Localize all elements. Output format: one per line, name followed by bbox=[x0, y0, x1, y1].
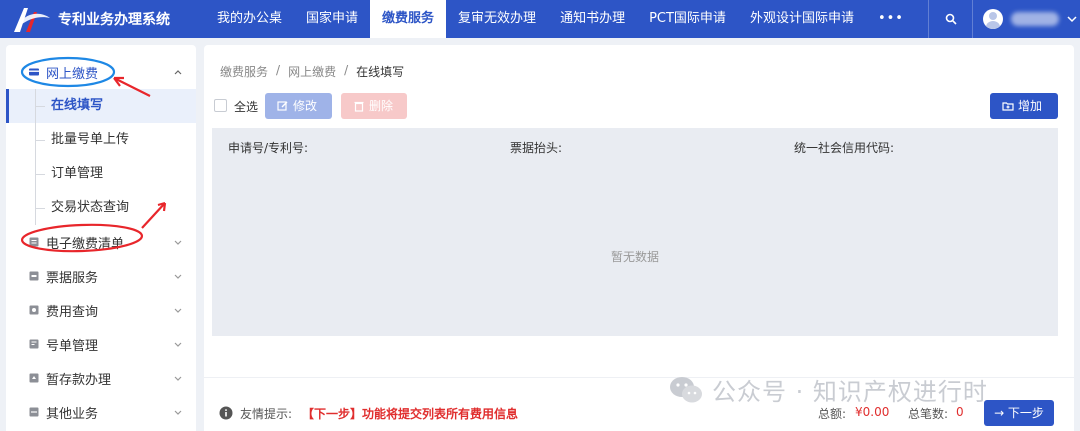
sidebar-group-number-list[interactable]: 号单管理 bbox=[6, 327, 196, 361]
delete-button[interactable]: 删除 bbox=[341, 93, 407, 119]
sidebar-group-fee-query[interactable]: 费用查询 bbox=[6, 293, 196, 327]
top-navigation-bar: 专利业务办理系统 我的办公桌 国家申请 缴费服务 复审无效办理 通知书办理 PC… bbox=[0, 0, 1080, 38]
chevron-down-icon bbox=[174, 342, 182, 347]
main-nav: 我的办公桌 国家申请 缴费服务 复审无效办理 通知书办理 PCT国际申请 外观设… bbox=[205, 0, 903, 38]
sidebar-group-label: 号单管理 bbox=[46, 338, 99, 354]
total-amount-label: 总额: bbox=[818, 407, 847, 421]
logo-icon bbox=[10, 4, 54, 34]
sidebar-group-label: 电子缴费清单 bbox=[46, 236, 125, 252]
search-icon bbox=[945, 13, 957, 25]
chevron-up-icon bbox=[174, 70, 182, 75]
breadcrumb: 缴费服务 / 网上缴费 / 在线填写 bbox=[220, 63, 404, 80]
search-button[interactable] bbox=[928, 0, 972, 38]
tip-label: 友情提示: bbox=[240, 407, 293, 421]
active-indicator bbox=[6, 89, 9, 123]
sidebar-group-label: 其他业务 bbox=[46, 406, 99, 422]
nav-fee-service[interactable]: 缴费服务 bbox=[370, 0, 447, 38]
tip-text: 【下一步】功能将提交列表所有费用信息 bbox=[302, 407, 519, 421]
sidebar-group-label: 网上缴费 bbox=[46, 66, 99, 82]
nav-my-desk[interactable]: 我的办公桌 bbox=[205, 0, 294, 38]
breadcrumb-item[interactable]: 缴费服务 bbox=[220, 63, 268, 80]
next-step-button[interactable]: → 下一步 bbox=[984, 400, 1054, 426]
sidebar-group-other-business[interactable]: 其他业务 bbox=[6, 395, 196, 429]
breadcrumb-separator: / bbox=[276, 63, 281, 77]
edit-button[interactable]: 修改 bbox=[265, 93, 332, 119]
breadcrumb-item[interactable]: 网上缴费 bbox=[288, 63, 336, 80]
select-all-checkbox[interactable] bbox=[214, 99, 227, 112]
receipt-icon bbox=[29, 271, 39, 281]
add-folder-icon bbox=[1002, 102, 1014, 111]
sidebar-group-receipt-service[interactable]: 票据服务 bbox=[6, 259, 196, 293]
wechat-icon bbox=[670, 376, 702, 402]
sidebar-item-order-management[interactable]: 订单管理 bbox=[6, 157, 196, 191]
add-button-label: 增加 bbox=[1018, 99, 1043, 113]
app-logo[interactable]: 专利业务办理系统 bbox=[0, 4, 205, 34]
column-header-receipt-title: 票据抬头: bbox=[510, 141, 563, 155]
other-icon bbox=[29, 407, 39, 417]
avatar bbox=[983, 9, 1003, 29]
total-amount-value: ¥0.00 bbox=[855, 405, 890, 419]
username-redacted bbox=[1011, 12, 1059, 26]
deposit-icon bbox=[29, 373, 39, 383]
chevron-down-icon bbox=[174, 274, 182, 279]
nav-national-application[interactable]: 国家申请 bbox=[294, 0, 370, 38]
sidebar-group-online-payment[interactable]: 网上缴费 bbox=[6, 55, 196, 89]
select-all-label[interactable]: 全选 bbox=[234, 98, 258, 115]
sidebar-item-label: 在线填写 bbox=[51, 98, 104, 113]
doc-icon bbox=[29, 339, 39, 349]
chevron-down-icon bbox=[174, 410, 182, 415]
sidebar-group-deposit[interactable]: 暂存款办理 bbox=[6, 361, 196, 395]
user-menu[interactable] bbox=[972, 0, 1080, 38]
nav-reexamination[interactable]: 复审无效办理 bbox=[446, 0, 548, 38]
query-icon bbox=[29, 305, 39, 315]
sidebar-item-label: 交易状态查询 bbox=[51, 200, 130, 215]
sidebar: 网上缴费 在线填写 批量号单上传 订单管理 交易状态查询 电子缴费清单 票据服务… bbox=[6, 45, 196, 431]
watermark-text: 公众号 · 知识产权进行时 bbox=[712, 378, 988, 406]
delete-button-label: 删除 bbox=[369, 99, 394, 113]
chevron-down-icon bbox=[174, 308, 182, 313]
nav-notice-handling[interactable]: 通知书办理 bbox=[548, 0, 637, 38]
data-table: 申请号/专利号: 票据抬头: 统一社会信用代码: 暂无数据 bbox=[212, 128, 1058, 336]
trash-icon bbox=[354, 101, 364, 112]
nav-pct-application[interactable]: PCT国际申请 bbox=[637, 0, 738, 38]
nav-design-international[interactable]: 外观设计国际申请 bbox=[738, 0, 866, 38]
app-title: 专利业务办理系统 bbox=[58, 12, 170, 28]
toolbar: 全选 修改 删除 增加 bbox=[212, 93, 1058, 119]
breadcrumb-separator: / bbox=[344, 63, 349, 77]
sidebar-item-batch-upload[interactable]: 批量号单上传 bbox=[6, 123, 196, 157]
sidebar-item-label: 订单管理 bbox=[51, 166, 104, 181]
chevron-down-icon bbox=[174, 376, 182, 381]
sidebar-item-online-fill[interactable]: 在线填写 bbox=[6, 89, 196, 123]
sidebar-item-label: 批量号单上传 bbox=[51, 132, 130, 147]
edit-button-label: 修改 bbox=[293, 99, 318, 113]
sidebar-group-label: 暂存款办理 bbox=[46, 372, 112, 388]
add-button[interactable]: 增加 bbox=[990, 93, 1058, 119]
total-count-value: 0 bbox=[956, 405, 964, 419]
sidebar-group-label: 费用查询 bbox=[46, 304, 99, 320]
empty-state-text: 暂无数据 bbox=[610, 250, 659, 264]
card-icon bbox=[29, 68, 39, 76]
watermark: 公众号 · 知识产权进行时 bbox=[668, 372, 988, 407]
nav-more-button[interactable]: ••• bbox=[866, 0, 903, 38]
chevron-down-icon bbox=[174, 240, 182, 245]
edit-icon bbox=[277, 101, 288, 111]
list-icon bbox=[29, 237, 39, 247]
info-icon bbox=[219, 406, 233, 420]
sidebar-group-e-payment-list[interactable]: 电子缴费清单 bbox=[6, 225, 196, 259]
column-header-credit-code: 统一社会信用代码: bbox=[794, 141, 895, 155]
total-count-label: 总笔数: bbox=[908, 407, 949, 421]
sidebar-item-transaction-status[interactable]: 交易状态查询 bbox=[6, 191, 196, 225]
sidebar-group-label: 票据服务 bbox=[46, 270, 99, 286]
column-header-application-number: 申请号/专利号: bbox=[228, 141, 309, 155]
breadcrumb-current: 在线填写 bbox=[356, 65, 405, 79]
chevron-down-icon bbox=[1067, 16, 1077, 23]
